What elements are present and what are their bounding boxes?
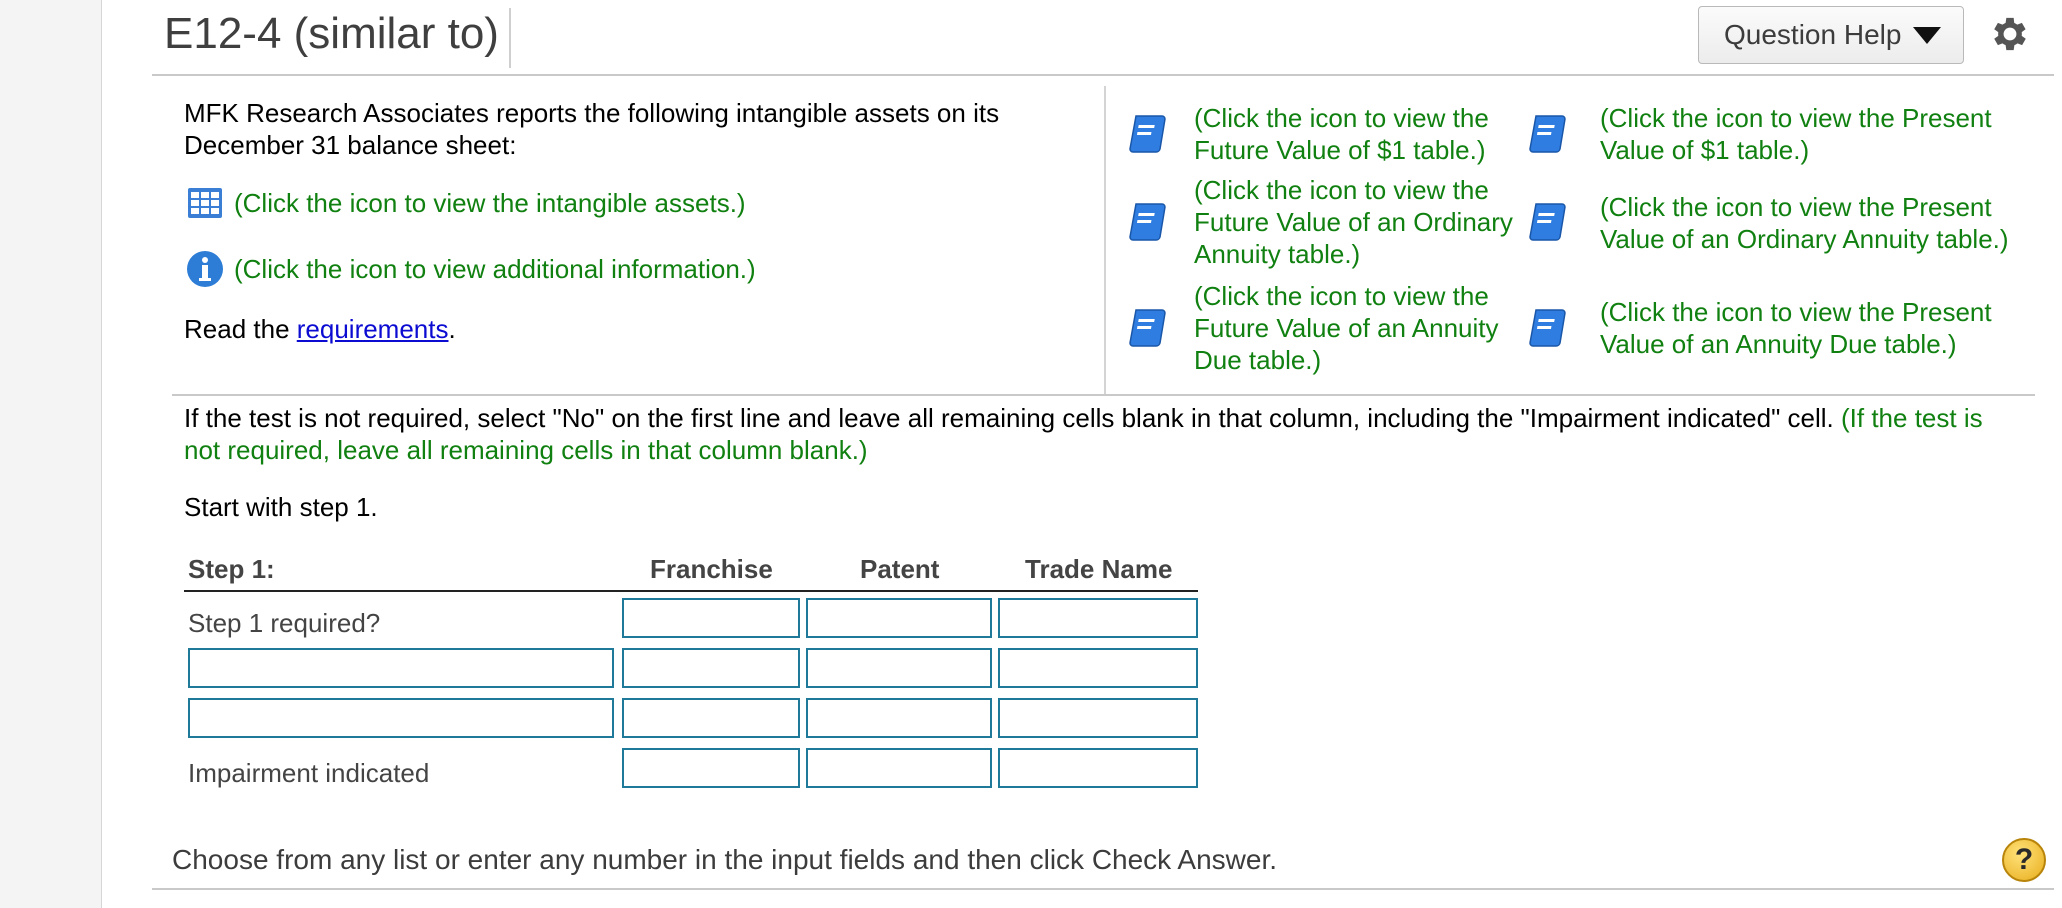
help-icon[interactable]: ? bbox=[2002, 838, 2046, 882]
step1-required-franchise-input[interactable] bbox=[622, 598, 800, 638]
column-header-trade-name: Trade Name bbox=[1025, 554, 1173, 584]
future-value-annuity-due-link[interactable]: (Click the icon to view the Future Value… bbox=[1194, 280, 1514, 376]
row2-patent-input[interactable] bbox=[806, 648, 992, 688]
book-icon[interactable] bbox=[1526, 112, 1570, 156]
read-requirements: Read the requirements. bbox=[184, 314, 456, 345]
impairment-patent-input[interactable] bbox=[806, 748, 992, 788]
row3-trade-name-input[interactable] bbox=[998, 698, 1198, 738]
read-prefix: Read the bbox=[184, 314, 297, 344]
row2-trade-name-input[interactable] bbox=[998, 648, 1198, 688]
intro-text: MFK Research Associates reports the foll… bbox=[184, 98, 1000, 160]
row3-patent-input[interactable] bbox=[806, 698, 992, 738]
future-value-1-link[interactable]: (Click the icon to view the Future Value… bbox=[1194, 102, 1524, 166]
row-label-impairment-indicated: Impairment indicated bbox=[188, 758, 430, 788]
question-help-button[interactable]: Question Help bbox=[1698, 6, 1964, 64]
future-value-ordinary-annuity-link[interactable]: (Click the icon to view the Future Value… bbox=[1194, 174, 1514, 270]
book-icon[interactable] bbox=[1526, 200, 1570, 244]
present-value-1-link[interactable]: (Click the icon to view the Present Valu… bbox=[1600, 102, 2020, 166]
panel-divider bbox=[1104, 86, 1106, 396]
info-icon bbox=[187, 251, 223, 287]
row2-franchise-input[interactable] bbox=[622, 648, 800, 688]
grid-table-icon bbox=[188, 188, 222, 218]
instruction-text: If the test is not required, select "No"… bbox=[184, 402, 2014, 466]
question-help-label: Question Help bbox=[1724, 19, 1902, 50]
intangible-assets-link[interactable]: (Click the icon to view the intangible a… bbox=[186, 184, 746, 222]
book-icon[interactable] bbox=[1126, 200, 1170, 244]
start-step-text: Start with step 1. bbox=[184, 492, 378, 522]
column-header-franchise: Franchise bbox=[650, 554, 773, 584]
step-label: Step 1: bbox=[188, 554, 275, 584]
read-suffix: . bbox=[448, 314, 456, 344]
row2-label-input[interactable] bbox=[188, 648, 614, 688]
step1-required-patent-input[interactable] bbox=[806, 598, 992, 638]
header-divider bbox=[152, 74, 2054, 76]
book-icon[interactable] bbox=[1526, 306, 1570, 350]
grid-header-rule bbox=[184, 590, 1198, 592]
present-value-annuity-due-link[interactable]: (Click the icon to view the Present Valu… bbox=[1600, 296, 2020, 360]
panel-divider-horizontal bbox=[172, 394, 2035, 396]
page-title: E12-4 (similar to) bbox=[164, 8, 511, 68]
impairment-franchise-input[interactable] bbox=[622, 748, 800, 788]
footer-divider bbox=[152, 888, 2054, 890]
book-icon[interactable] bbox=[1126, 112, 1170, 156]
step1-required-trade-name-input[interactable] bbox=[998, 598, 1198, 638]
row-label-step1-required: Step 1 required? bbox=[188, 608, 381, 638]
intangible-assets-link-text[interactable]: (Click the icon to view the intangible a… bbox=[234, 188, 746, 219]
row3-label-input[interactable] bbox=[188, 698, 614, 738]
additional-info-link[interactable]: (Click the icon to view additional infor… bbox=[186, 250, 756, 288]
book-icon[interactable] bbox=[1126, 306, 1170, 350]
gear-icon[interactable] bbox=[1988, 12, 2032, 56]
column-header-patent: Patent bbox=[860, 554, 940, 584]
present-value-ordinary-annuity-link[interactable]: (Click the icon to view the Present Valu… bbox=[1600, 191, 2020, 255]
footer-message: Choose from any list or enter any number… bbox=[172, 844, 1278, 875]
row3-franchise-input[interactable] bbox=[622, 698, 800, 738]
impairment-trade-name-input[interactable] bbox=[998, 748, 1198, 788]
requirements-link[interactable]: requirements bbox=[297, 314, 449, 344]
caret-down-icon bbox=[1913, 26, 1942, 44]
additional-info-link-text[interactable]: (Click the icon to view additional infor… bbox=[234, 254, 756, 285]
left-gutter bbox=[0, 0, 102, 908]
instruction-main: If the test is not required, select "No"… bbox=[184, 403, 1841, 433]
